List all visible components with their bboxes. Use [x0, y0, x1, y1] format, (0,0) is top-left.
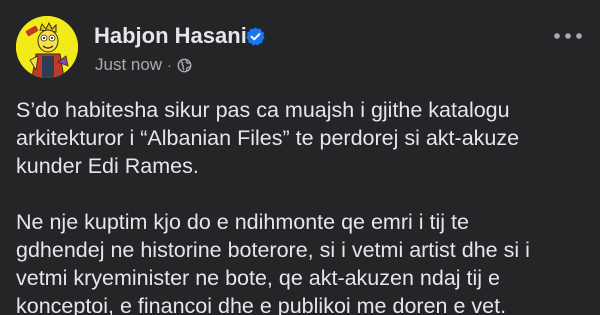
- author-name[interactable]: Habjon Hasani: [94, 23, 247, 49]
- post-line: kunder Edi Rames.: [16, 154, 199, 178]
- post-line: Ne nje kuptim kjo do e ndihmonte qe emri…: [16, 210, 469, 234]
- more-options-icon[interactable]: [552, 28, 584, 44]
- post-body: S’do habitesha sikur pas ca muajsh i gji…: [16, 96, 586, 315]
- post-line: S’do habitesha sikur pas ca muajsh i gji…: [16, 98, 510, 122]
- post-line: arkitekturor i “Albanian Files” te perdo…: [16, 126, 520, 150]
- cartoon-avatar-icon: [16, 16, 78, 78]
- author-avatar[interactable]: [16, 16, 78, 78]
- post-paragraph-2: Ne nje kuptim kjo do e ndihmonte qe emri…: [16, 208, 586, 315]
- meta-separator: ·: [167, 57, 172, 73]
- post-meta: Just now ·: [95, 55, 192, 75]
- post-line: konceptoi, e financoi dhe e publikoi me …: [16, 294, 507, 315]
- post-card: Habjon Hasani Just now · S’do habitesha …: [0, 0, 600, 315]
- post-line: gdhendej ne historine boterore, si i vet…: [16, 238, 530, 262]
- globe-icon[interactable]: [177, 58, 192, 73]
- post-line: vetmi kryeminister ne bote, qe akt-akuze…: [16, 266, 500, 290]
- post-timestamp[interactable]: Just now: [95, 55, 162, 75]
- verified-badge-icon: [246, 27, 265, 46]
- post-paragraph-1: S’do habitesha sikur pas ca muajsh i gji…: [16, 96, 586, 180]
